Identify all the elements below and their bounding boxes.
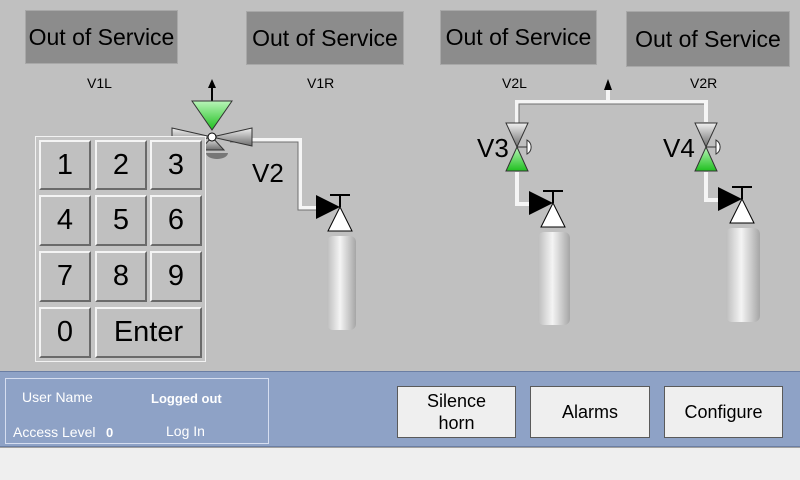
channel-label-v2l: V2L — [502, 75, 527, 91]
silence-button-line1: Silence — [426, 391, 487, 411]
regulator-icon — [316, 194, 353, 232]
channel-label-v2r: V2R — [690, 75, 718, 91]
regulator-icon — [529, 190, 566, 228]
gas-cylinder-icon — [726, 228, 760, 322]
numeric-keypad: 1 2 3 4 5 6 7 8 9 0 Enter — [35, 136, 206, 362]
valve-v3-icon[interactable] — [505, 122, 532, 172]
gas-cylinder-icon — [538, 232, 570, 325]
key-6[interactable]: 6 — [150, 195, 202, 246]
valve-tag-v3: V3 — [477, 133, 509, 163]
valve-tag-v2: V2 — [252, 158, 284, 188]
key-8[interactable]: 8 — [95, 251, 147, 302]
status-box-v1r: Out of Service — [246, 11, 404, 65]
status-text: Out of Service — [635, 25, 781, 52]
log-in-link[interactable]: Log In — [166, 423, 205, 439]
vent-arrow-icon — [604, 79, 612, 90]
key-4[interactable]: 4 — [39, 195, 91, 246]
control-panel: User Name Logged out Access Level 0 Log … — [0, 371, 800, 447]
status-box-v2r: Out of Service — [626, 11, 790, 67]
key-0[interactable]: 0 — [39, 307, 91, 358]
username-label: User Name — [22, 389, 93, 405]
status-bar — [0, 447, 800, 480]
silence-button-line2: horn — [438, 413, 475, 433]
key-2[interactable]: 2 — [95, 140, 147, 190]
key-3[interactable]: 3 — [150, 140, 202, 190]
key-1[interactable]: 1 — [39, 140, 91, 190]
access-level-label: Access Level — [13, 424, 96, 440]
status-text: Out of Service — [445, 24, 592, 50]
configure-button[interactable]: Configure — [664, 386, 783, 438]
status-box-v2l: Out of Service — [440, 10, 597, 65]
regulator-icon — [718, 186, 755, 224]
channel-label-v1r: V1R — [307, 75, 335, 91]
enter-key[interactable]: Enter — [95, 307, 202, 358]
valve-v4-icon[interactable] — [694, 122, 721, 172]
status-box-v1l: Out of Service — [25, 10, 178, 64]
key-7[interactable]: 7 — [39, 251, 91, 302]
access-level-value: 0 — [106, 425, 114, 440]
gas-cylinder-icon — [327, 236, 356, 330]
key-9[interactable]: 9 — [150, 251, 202, 302]
username-value: Logged out — [151, 391, 222, 406]
key-5[interactable]: 5 — [95, 195, 147, 246]
status-text: Out of Service — [252, 24, 398, 51]
alarms-button[interactable]: Alarms — [530, 386, 650, 438]
channel-label-v1l: V1L — [87, 75, 112, 91]
user-info-box: User Name Logged out Access Level 0 Log … — [5, 378, 269, 444]
valve-tag-v4: V4 — [663, 133, 695, 163]
silence-horn-button[interactable]: Silence horn — [397, 386, 516, 438]
status-text: Out of Service — [28, 23, 175, 50]
